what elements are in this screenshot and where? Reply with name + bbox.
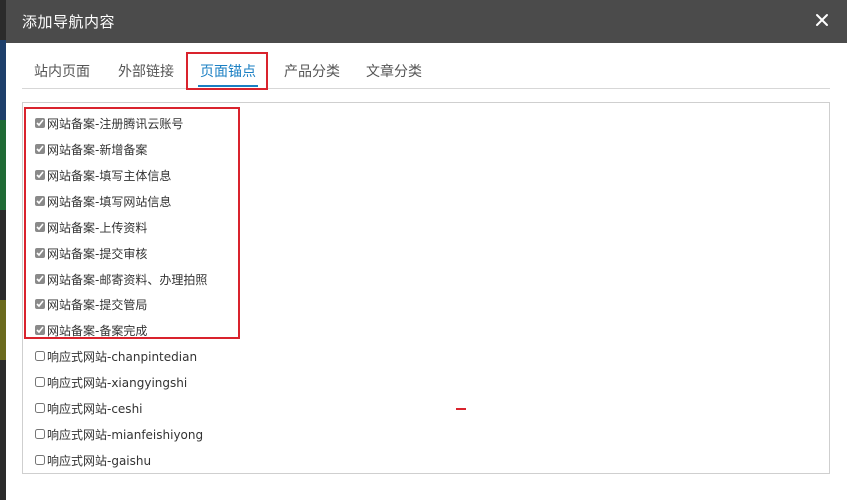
tab-internal-pages[interactable]: 站内页面 (34, 58, 90, 86)
tab-label: 文章分类 (366, 64, 422, 80)
item-label: 响应式网站-gaishu (47, 453, 152, 468)
list-item[interactable]: 网站备案-上传资料 (35, 218, 147, 236)
list-item[interactable]: 响应式网站-xiangyingshi (35, 373, 187, 391)
active-tab-underline (198, 85, 258, 87)
list-item[interactable]: 网站备案-邮寄资料、办理拍照 (35, 270, 207, 288)
item-label: 网站备案-提交审核 (47, 246, 148, 261)
tab-label: 外部链接 (118, 64, 174, 80)
dialog-titlebar: 添加导航内容 (6, 0, 847, 43)
item-label: 响应式网站-ceshi (47, 401, 143, 416)
item-checkbox[interactable] (35, 429, 45, 439)
dialog-title: 添加导航内容 (22, 13, 116, 31)
tab-bar: 站内页面 外部链接 页面锚点 产品分类 文章分类 (22, 52, 830, 89)
list-item[interactable]: 网站备案-提交审核 (35, 244, 147, 262)
tab-label: 站内页面 (34, 64, 90, 80)
item-checkbox[interactable] (35, 274, 45, 284)
tab-external-links[interactable]: 外部链接 (118, 58, 174, 86)
item-checkbox[interactable] (35, 325, 45, 335)
item-checkbox[interactable] (35, 170, 45, 180)
tab-label: 页面锚点 (200, 64, 256, 80)
item-checkbox[interactable] (35, 377, 45, 387)
tab-page-anchors[interactable]: 页面锚点 (198, 58, 258, 87)
list-item[interactable]: 网站备案-新增备案 (35, 140, 147, 158)
item-label: 网站备案-备案完成 (47, 323, 148, 338)
list-item[interactable]: 网站备案-填写主体信息 (35, 166, 171, 184)
list-item[interactable]: 响应式网站-ceshi (35, 399, 143, 417)
item-label: 网站备案-新增备案 (47, 142, 148, 157)
item-checkbox[interactable] (35, 196, 45, 206)
item-label: 网站备案-提交管局 (47, 297, 148, 312)
red-annotation-mark (456, 408, 466, 410)
item-label: 网站备案-填写网站信息 (47, 194, 172, 209)
item-label: 网站备案-注册腾讯云账号 (47, 116, 184, 131)
item-checkbox[interactable] (35, 351, 45, 361)
list-item[interactable]: 响应式网站-mianfeishiyong (35, 425, 203, 443)
item-label: 响应式网站-mianfeishiyong (47, 427, 204, 442)
item-checkbox[interactable] (35, 455, 45, 465)
item-label: 响应式网站-chanpintedian (47, 349, 198, 364)
item-checkbox[interactable] (35, 118, 45, 128)
list-item[interactable]: 网站备案-填写网站信息 (35, 192, 171, 210)
item-label: 网站备案-上传资料 (47, 220, 148, 235)
item-checkbox[interactable] (35, 299, 45, 309)
tab-article-categories[interactable]: 文章分类 (366, 58, 422, 86)
item-label: 网站备案-填写主体信息 (47, 168, 172, 183)
item-label: 网站备案-邮寄资料、办理拍照 (47, 272, 208, 287)
tab-label: 产品分类 (284, 64, 340, 80)
list-item[interactable]: 网站备案-提交管局 (35, 295, 147, 313)
item-checkbox[interactable] (35, 248, 45, 258)
list-item[interactable]: 响应式网站-gaishu (35, 451, 151, 469)
item-checkbox[interactable] (35, 222, 45, 232)
item-checkbox[interactable] (35, 144, 45, 154)
list-item[interactable]: 网站备案-注册腾讯云账号 (35, 114, 183, 132)
list-item[interactable]: 响应式网站-chanpintedian (35, 347, 197, 365)
anchor-list: 网站备案-注册腾讯云账号 网站备案-新增备案 网站备案-填写主体信息 网站备案-… (22, 102, 830, 474)
add-navigation-dialog: 添加导航内容 站内页面 外部链接 页面锚点 产品分类 文章分类 网站备案-注册腾… (6, 0, 847, 500)
item-checkbox[interactable] (35, 403, 45, 413)
item-label: 响应式网站-xiangyingshi (47, 375, 188, 390)
tab-product-categories[interactable]: 产品分类 (284, 58, 340, 86)
list-item[interactable]: 网站备案-备案完成 (35, 321, 147, 339)
close-icon[interactable] (811, 9, 833, 31)
